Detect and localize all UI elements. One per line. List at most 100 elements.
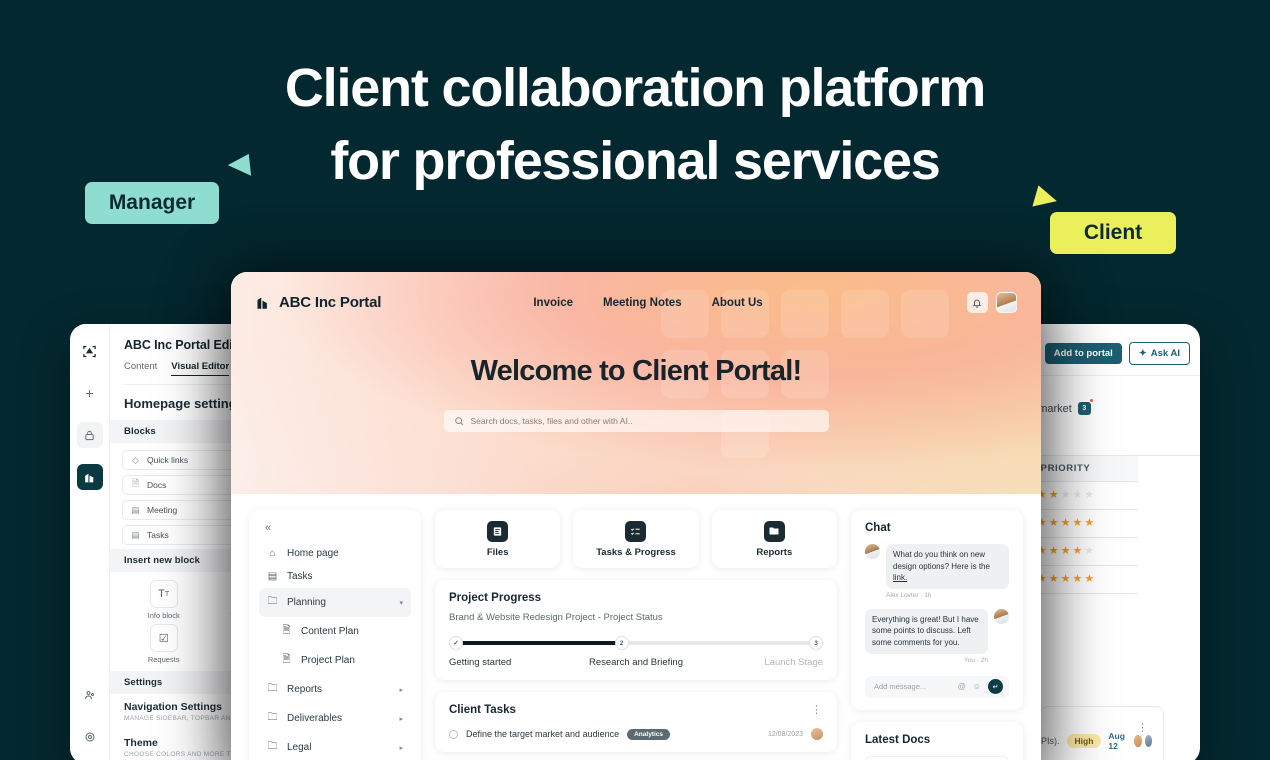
chat-input-placeholder: Add message... — [874, 682, 926, 691]
list-item[interactable]: ▤ Agency client contract.doc — [865, 756, 1009, 760]
folder-icon: 🗀 — [267, 739, 278, 756]
chat-link[interactable]: link. — [893, 573, 907, 582]
comment-count-badge[interactable]: 3 — [1078, 402, 1091, 415]
sidebar-item-label: Planning — [287, 597, 326, 608]
sidebar-item-legal[interactable]: 🗀 Legal ▸ — [259, 733, 411, 760]
brand[interactable]: ABC Inc Portal — [255, 294, 381, 311]
quick-link-files[interactable]: Files — [435, 510, 560, 568]
progress-step-3[interactable]: 3 — [809, 636, 823, 650]
chevron-right-icon[interactable]: ▸ — [399, 686, 403, 694]
insert-requests[interactable]: ☑ Requests — [120, 624, 207, 664]
calendar-icon: ▤ — [131, 506, 140, 515]
portal-hero: ABC Inc Portal Invoice Meeting Notes Abo… — [231, 272, 1041, 494]
task-label: Define the target market and audience — [466, 729, 619, 739]
chevron-right-icon[interactable]: ▸ — [399, 744, 403, 752]
sidebar-item-deliverables[interactable]: 🗀 Deliverables ▸ — [259, 704, 411, 733]
task-card-row: PIs). High Aug 12 — [1041, 731, 1153, 751]
client-tasks-header: Client Tasks ⋮ — [449, 704, 823, 716]
portal-main: Files Tasks & Progress — [435, 510, 837, 760]
progress-labels: Getting started Research and Briefing La… — [449, 657, 823, 668]
nav-link-about-us[interactable]: About Us — [712, 297, 763, 309]
doc-icon: 🗎 — [281, 623, 292, 640]
portal-icon[interactable] — [77, 464, 103, 490]
sidebar-item-label: Deliverables — [287, 713, 342, 724]
nav-link-invoice[interactable]: Invoice — [533, 297, 573, 309]
task-card-date: Aug 12 — [1108, 731, 1126, 751]
user-avatar[interactable] — [996, 292, 1017, 313]
chat-bubble: Everything is great! But I have some poi… — [865, 609, 988, 654]
search-input[interactable]: Search docs, tasks, files and other with… — [444, 410, 829, 432]
star-icon: ★ — [1049, 574, 1059, 585]
lock-icon[interactable] — [77, 422, 103, 448]
sidebar-item-label: Content Plan — [301, 626, 359, 637]
search-icon — [454, 416, 464, 426]
task-card: ⋮ PIs). High Aug 12 — [1040, 706, 1164, 760]
plus-icon[interactable]: + — [77, 380, 103, 406]
avatar — [865, 544, 880, 559]
progress-fill — [456, 641, 621, 645]
gear-icon[interactable] — [77, 724, 103, 750]
progress-step-1[interactable]: ✓ — [449, 636, 463, 650]
insert-info-block[interactable]: TT Info block — [120, 580, 207, 620]
editor-rail: + — [70, 324, 110, 760]
avatar — [1144, 734, 1153, 748]
sidebar-item-reports[interactable]: 🗀 Reports ▸ — [259, 675, 411, 704]
task-checkbox[interactable] — [449, 730, 458, 739]
star-icon: ★ — [1061, 546, 1071, 557]
progress-step-2[interactable]: 2 — [615, 636, 629, 650]
block-label: Meeting — [147, 505, 177, 515]
checkbox-icon: ☑ — [150, 624, 178, 652]
star-icon: ★ — [1049, 546, 1059, 557]
ask-ai-button[interactable]: ✦ Ask AI — [1129, 342, 1190, 365]
star-icon: ★ — [1084, 574, 1094, 585]
sidebar-item-label: Tasks — [287, 571, 313, 582]
chat-message-incoming: What do you think on new design options?… — [865, 544, 1009, 599]
mention-icon[interactable]: @ — [958, 682, 966, 691]
insert-label: Requests — [120, 655, 207, 664]
chat-input[interactable]: Add message... @ ☺ ↵ — [865, 676, 1009, 698]
people-icon[interactable] — [77, 682, 103, 708]
portal-sidebar: « ⌂ Home page ▤ Tasks 🗀 Planning ▾ 🗎 Con… — [249, 510, 421, 760]
task-card-text: PIs). — [1041, 736, 1060, 746]
kebab-menu-icon[interactable]: ⋮ — [811, 707, 823, 714]
add-to-portal-button[interactable]: Add to portal — [1045, 343, 1122, 364]
progress-label-2: Research and Briefing — [574, 657, 699, 668]
send-icon[interactable]: ↵ — [988, 679, 1003, 694]
portal-right-column: Chat What do you think on new design opt… — [851, 510, 1023, 760]
quick-link-reports[interactable]: Reports — [712, 510, 837, 568]
hero-title-line1: Client collaboration platform — [285, 58, 985, 118]
files-icon — [487, 521, 508, 542]
doc-icon: 🗎 — [131, 481, 140, 490]
tab-visual-editor[interactable]: Visual Editor — [171, 361, 229, 376]
progress-label-3: Launch Stage — [698, 657, 823, 668]
sidebar-item-tasks[interactable]: ▤ Tasks — [259, 565, 411, 588]
sidebar-item-content-plan[interactable]: 🗎 Content Plan — [259, 617, 411, 646]
brand-name: ABC Inc Portal — [279, 294, 381, 311]
star-icon: ★ — [1084, 518, 1094, 529]
tasks-progress-icon — [625, 521, 646, 542]
nav-link-meeting-notes[interactable]: Meeting Notes — [603, 297, 682, 309]
chat-message-outgoing: Everything is great! But I have some poi… — [865, 609, 1009, 664]
client-tasks-title: Client Tasks — [449, 704, 516, 716]
sidebar-item-planning[interactable]: 🗀 Planning ▾ — [259, 588, 411, 617]
emoji-icon[interactable]: ☺ — [973, 682, 981, 691]
tab-content[interactable]: Content — [124, 361, 157, 376]
sidebar-item-project-plan[interactable]: 🗎 Project Plan — [259, 646, 411, 675]
quick-link-tasks-progress[interactable]: Tasks & Progress — [573, 510, 698, 568]
quick-links-row: Files Tasks & Progress — [435, 510, 837, 568]
chevron-right-icon[interactable]: ▸ — [399, 715, 403, 723]
portal-navbar: ABC Inc Portal Invoice Meeting Notes Abo… — [231, 272, 1041, 313]
chat-meta: Alex Lovter · 1h — [886, 592, 1009, 599]
star-icon: ★ — [1061, 490, 1071, 501]
chevron-down-icon[interactable]: ▾ — [399, 599, 403, 607]
workspace-icon[interactable] — [77, 338, 103, 364]
project-progress-subtitle: Brand & Website Redesign Project - Proje… — [449, 612, 823, 623]
progress-stepper: ✓ 2 3 — [449, 636, 823, 650]
notification-bell-icon[interactable] — [967, 292, 988, 313]
avatar — [994, 609, 1009, 624]
collapse-icon[interactable]: « — [259, 522, 411, 542]
sidebar-item-home-page[interactable]: ⌂ Home page — [259, 542, 411, 565]
home-icon: ⌂ — [267, 548, 278, 559]
table-row[interactable]: Define the target market and audience An… — [449, 728, 823, 740]
block-label: Docs — [147, 480, 166, 490]
